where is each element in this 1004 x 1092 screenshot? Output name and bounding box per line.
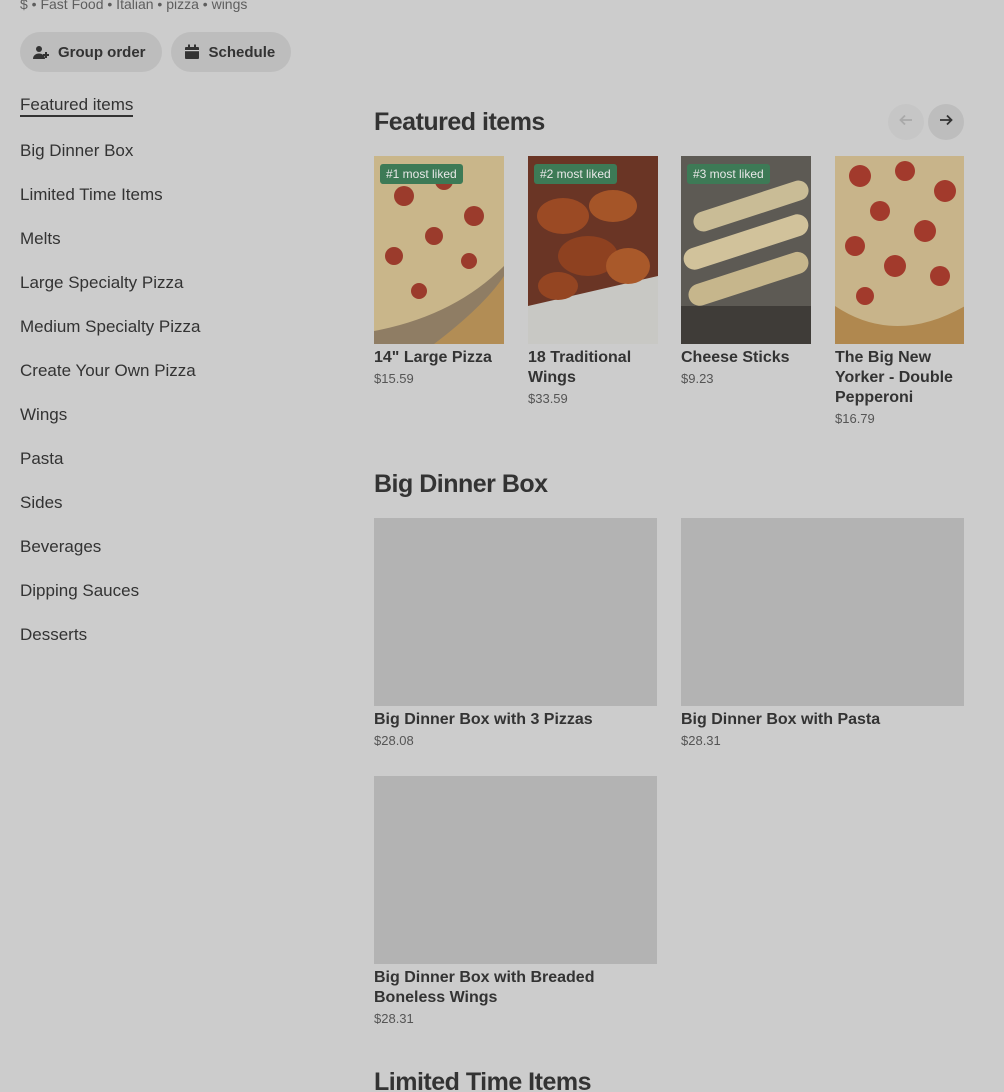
sidebar-item-label: Desserts bbox=[20, 625, 88, 644]
store-tags: $ • Fast Food • Italian • pizza • wings bbox=[20, 0, 248, 12]
item-price: $28.31 bbox=[374, 1011, 414, 1026]
cheese-sticks-image: #3 most liked bbox=[681, 156, 811, 344]
sidebar-item-large-specialty-pizza[interactable]: Large Specialty Pizza bbox=[20, 272, 320, 316]
item-price: $28.31 bbox=[681, 733, 721, 748]
carousel-prev-button[interactable] bbox=[888, 104, 924, 140]
sidebar-item-create-your-own-pizza[interactable]: Create Your Own Pizza bbox=[20, 360, 320, 404]
group-order-button[interactable]: Group order bbox=[20, 32, 162, 72]
featured-item-card[interactable]: The Big New Yorker - Double Pepperoni $1… bbox=[835, 156, 964, 426]
carousel-controls bbox=[888, 104, 964, 140]
sidebar-item-big-dinner-box[interactable]: Big Dinner Box bbox=[20, 140, 320, 184]
carousel-next-button[interactable] bbox=[928, 104, 964, 140]
featured-carousel: #1 most liked 14" Large Pizza $15.59 #2 … bbox=[374, 156, 964, 446]
sidebar-item-pasta[interactable]: Pasta bbox=[20, 448, 320, 492]
item-price: $33.59 bbox=[528, 391, 568, 406]
sidebar-item-dipping-sauces[interactable]: Dipping Sauces bbox=[20, 580, 320, 624]
sidebar-item-desserts[interactable]: Desserts bbox=[20, 624, 320, 668]
most-liked-badge: #3 most liked bbox=[687, 164, 770, 184]
item-price: $28.08 bbox=[374, 733, 414, 748]
menu-item-card[interactable]: Big Dinner Box with Pasta $28.31 bbox=[681, 518, 964, 748]
store-actions: Group order Schedule bbox=[20, 32, 292, 72]
sidebar-item-label: Melts bbox=[20, 229, 61, 248]
sidebar-item-sides[interactable]: Sides bbox=[20, 492, 320, 536]
sidebar-item-label: Pasta bbox=[20, 449, 64, 468]
item-price: $9.23 bbox=[681, 371, 714, 386]
menu-item-card[interactable]: Big Dinner Box with 3 Pizzas $28.08 bbox=[374, 518, 657, 748]
sidebar-item-medium-specialty-pizza[interactable]: Medium Specialty Pizza bbox=[20, 316, 320, 360]
sidebar-item-label: Big Dinner Box bbox=[20, 141, 134, 160]
sidebar-item-label: Sides bbox=[20, 493, 63, 512]
sidebar-item-wings[interactable]: Wings bbox=[20, 404, 320, 448]
sidebar-item-label: Featured items bbox=[20, 95, 134, 117]
item-name: Cheese Sticks bbox=[681, 349, 790, 366]
most-liked-badge: #2 most liked bbox=[534, 164, 617, 184]
add-person-icon bbox=[33, 44, 49, 60]
sidebar-item-melts[interactable]: Melts bbox=[20, 228, 320, 272]
sidebar-item-featured-items[interactable]: Featured items bbox=[20, 94, 320, 140]
schedule-button[interactable]: Schedule bbox=[170, 32, 292, 72]
sidebar-item-label: Limited Time Items bbox=[20, 185, 163, 204]
pepperoni-pizza-image bbox=[835, 156, 964, 344]
featured-item-card[interactable]: #1 most liked 14" Large Pizza $15.59 bbox=[374, 156, 504, 386]
sidebar-item-label: Large Specialty Pizza bbox=[20, 273, 184, 292]
schedule-label: Schedule bbox=[208, 43, 276, 61]
big-dinner-box-heading: Big Dinner Box bbox=[374, 470, 548, 498]
item-price: $16.79 bbox=[835, 411, 875, 426]
sidebar-item-label: Wings bbox=[20, 405, 68, 424]
menu-item-card[interactable]: Big Dinner Box with Breaded Boneless Win… bbox=[374, 776, 657, 1026]
group-order-label: Group order bbox=[58, 43, 146, 61]
limited-time-items-heading: Limited Time Items bbox=[374, 1068, 592, 1092]
featured-item-card[interactable]: #3 most liked Cheese Sticks $9.23 bbox=[681, 156, 811, 386]
item-price: $15.59 bbox=[374, 371, 414, 386]
item-name: The Big New Yorker - Double Pepperoni bbox=[835, 349, 953, 406]
item-name: Big Dinner Box with Pasta bbox=[681, 711, 881, 728]
category-sidebar: Featured items Big Dinner Box Limited Ti… bbox=[20, 94, 320, 668]
calendar-icon bbox=[184, 44, 200, 60]
sidebar-item-beverages[interactable]: Beverages bbox=[20, 536, 320, 580]
sidebar-item-limited-time-items[interactable]: Limited Time Items bbox=[20, 184, 320, 228]
item-image-placeholder bbox=[681, 518, 964, 706]
item-name: Big Dinner Box with 3 Pizzas bbox=[374, 711, 593, 728]
arrow-right-icon bbox=[938, 112, 954, 133]
featured-item-card[interactable]: #2 most liked 18 Traditional Wings $33.5… bbox=[528, 156, 658, 406]
arrow-left-icon bbox=[898, 112, 914, 133]
pepperoni-pizza-image: #1 most liked bbox=[374, 156, 504, 344]
sidebar-item-label: Create Your Own Pizza bbox=[20, 361, 196, 380]
item-name: 18 Traditional Wings bbox=[528, 349, 632, 386]
item-image-placeholder bbox=[374, 776, 657, 964]
most-liked-badge: #1 most liked bbox=[380, 164, 463, 184]
sidebar-item-label: Dipping Sauces bbox=[20, 581, 140, 600]
item-name: Big Dinner Box with Breaded Boneless Win… bbox=[374, 969, 595, 1006]
item-image-placeholder bbox=[374, 518, 657, 706]
item-name: 14" Large Pizza bbox=[374, 349, 492, 366]
wings-image: #2 most liked bbox=[528, 156, 658, 344]
sidebar-item-label: Beverages bbox=[20, 537, 102, 556]
sidebar-item-label: Medium Specialty Pizza bbox=[20, 317, 201, 336]
featured-items-heading: Featured items bbox=[374, 108, 545, 136]
